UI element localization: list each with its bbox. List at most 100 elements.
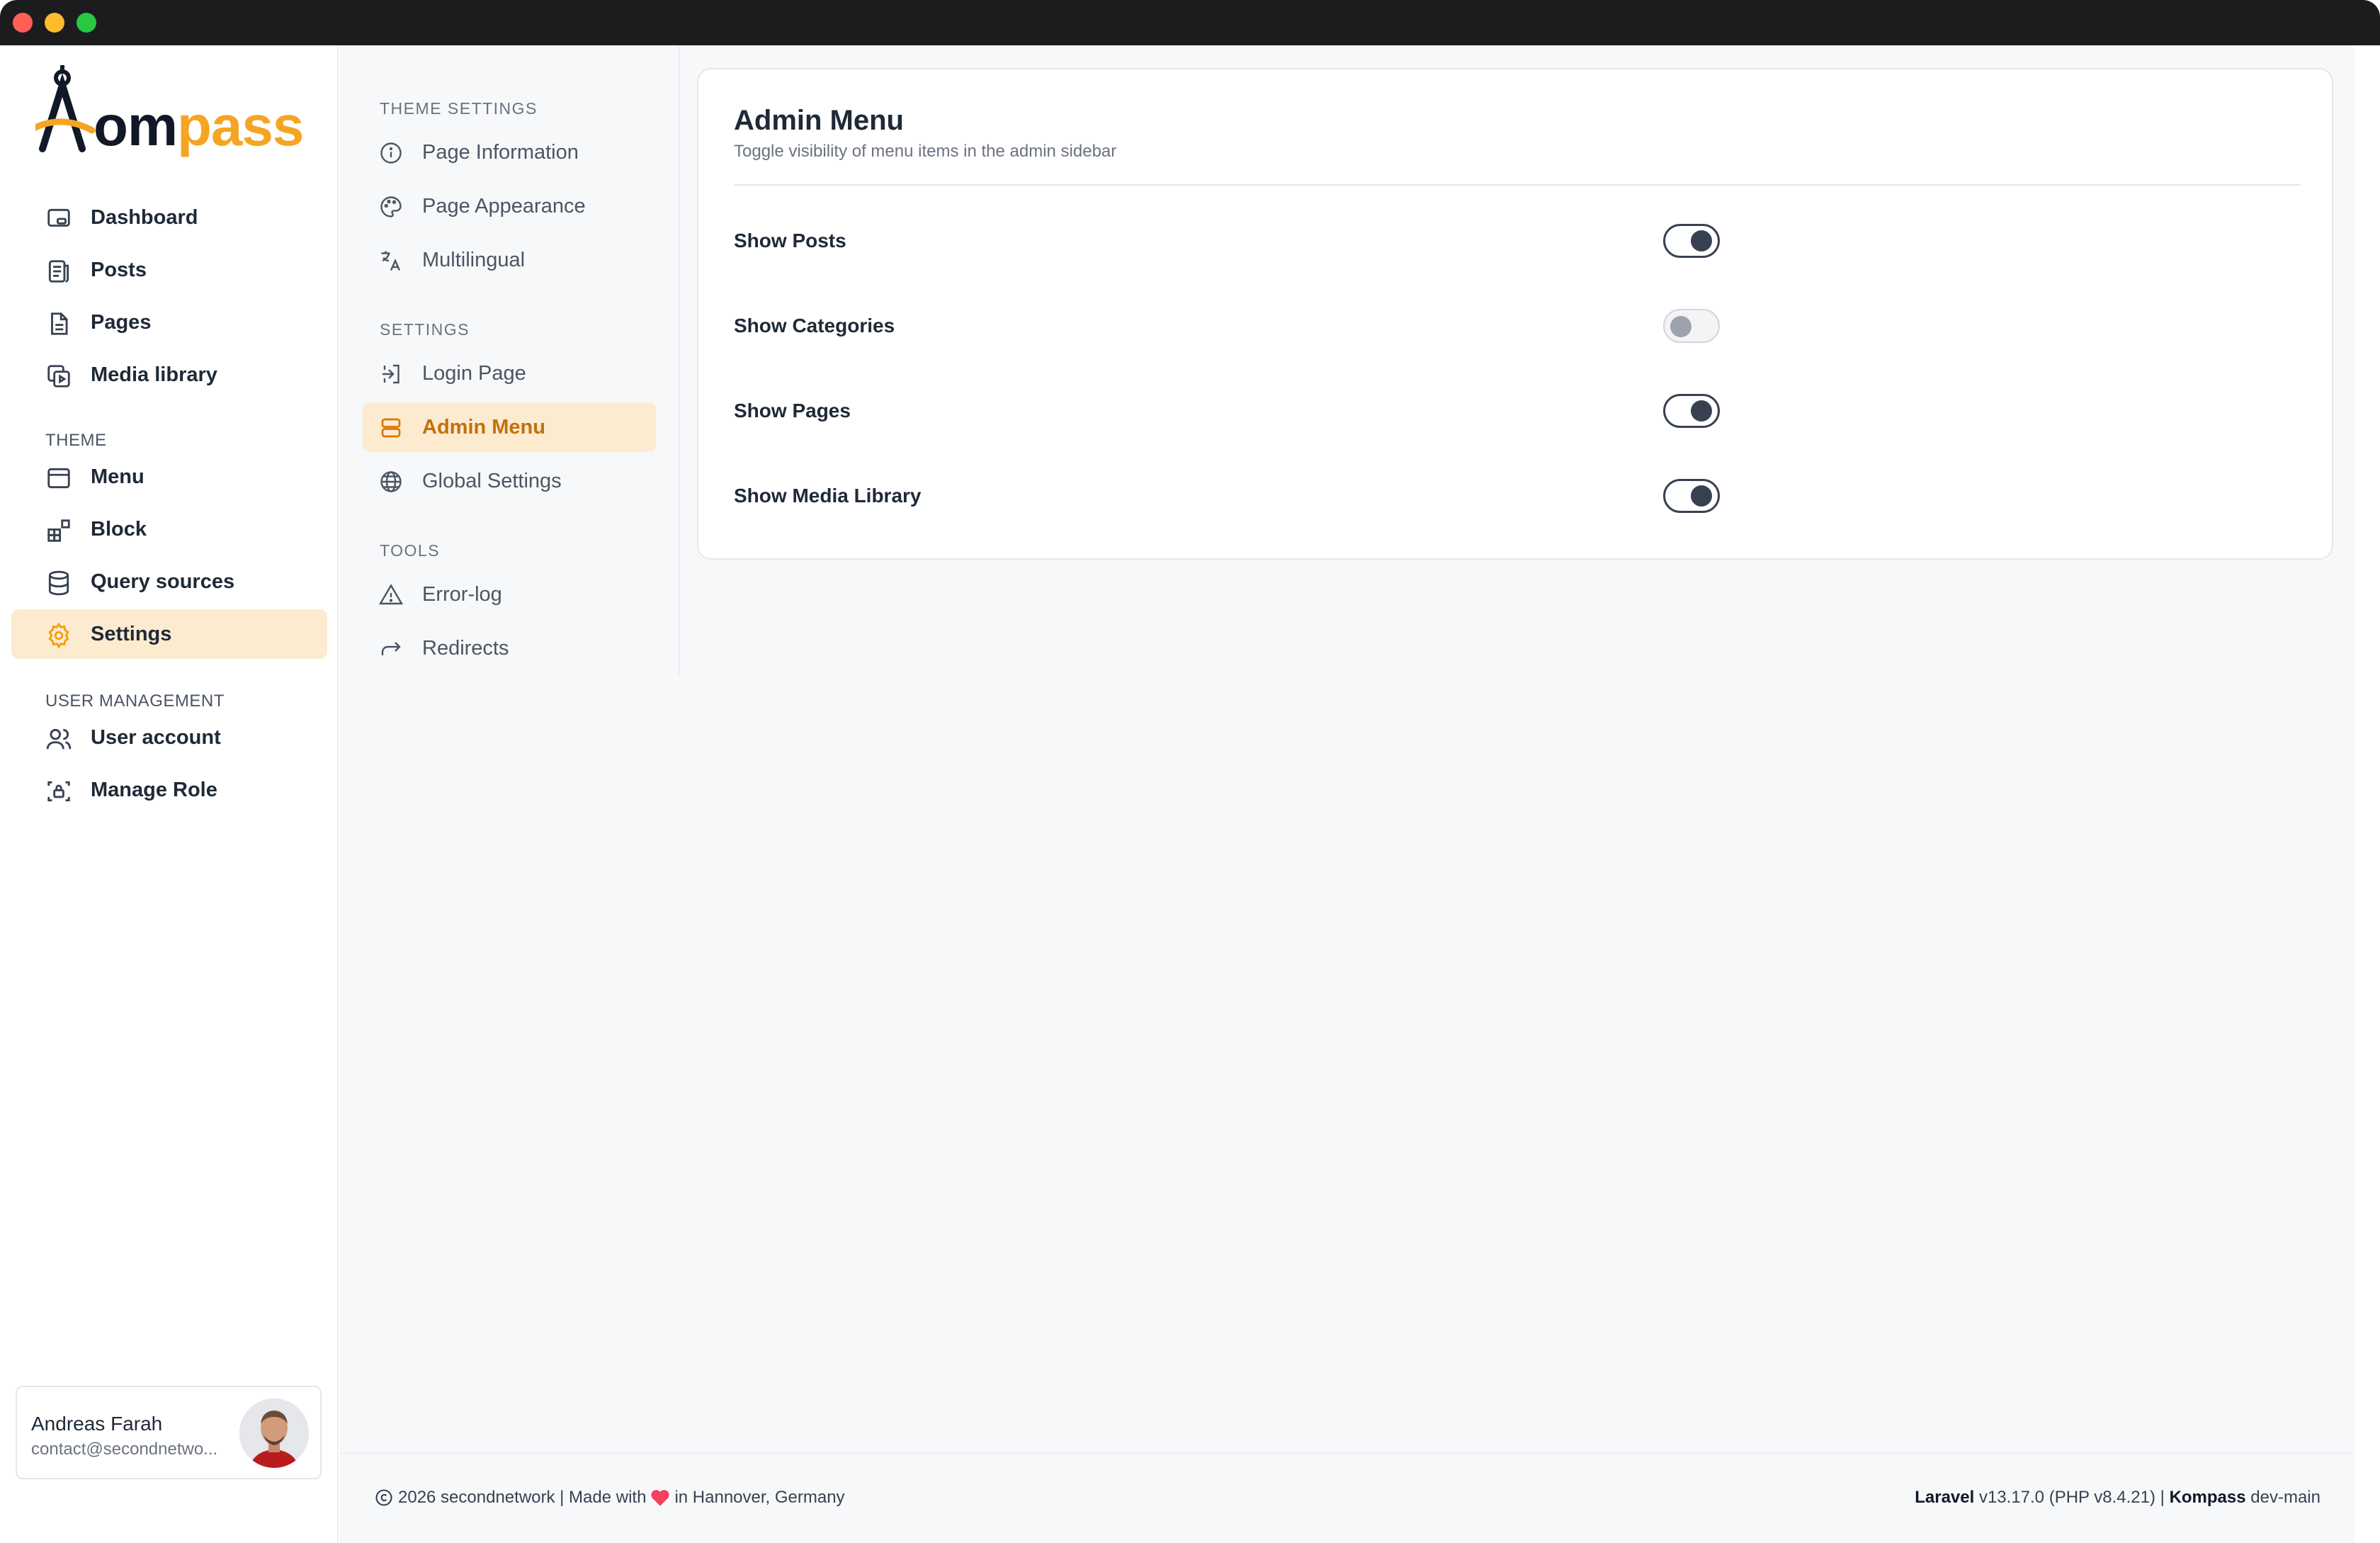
page-subtitle: Toggle visibility of menu items in the a…: [734, 142, 1117, 161]
sidebar-group-theme: THEME: [45, 431, 107, 450]
sidebar-item-user-account[interactable]: User account: [11, 713, 327, 762]
toggle-knob: [1670, 316, 1692, 337]
admin-menu-card: Admin Menu Toggle visibility of menu ite…: [697, 68, 2333, 560]
subnav-item-label: Multilingual: [422, 249, 526, 271]
pages-icon: [51, 312, 68, 335]
settings-subnav: THEME SETTINGS Page Information Page App…: [340, 45, 680, 676]
menu-icon: [47, 468, 70, 489]
sidebar-item-label: Block: [91, 517, 147, 541]
posts-icon: [48, 260, 69, 283]
toggle-label: Show Pages: [734, 400, 851, 422]
toggle-label: Show Posts: [734, 230, 846, 251]
page-title: Admin Menu: [734, 105, 904, 136]
minimize-window-button[interactable]: [45, 13, 64, 33]
sidebar-item-pages[interactable]: Pages: [11, 298, 327, 347]
subnav-item-redirects[interactable]: Redirects: [363, 623, 656, 673]
globe-icon: [380, 471, 402, 492]
kompass-label: Kompass: [2169, 1488, 2246, 1507]
role-icon: [47, 781, 70, 802]
divider: [734, 184, 2301, 186]
toggle-row-show-media-library: Show Media Library: [734, 476, 1726, 519]
sidebar-item-posts[interactable]: Posts: [11, 245, 327, 295]
app-window: ompass Dashboard Posts Pages Media libra…: [0, 0, 2380, 1543]
logo-text: ompass: [94, 94, 304, 157]
show-categories-toggle[interactable]: [1663, 309, 1720, 343]
subnav-item-multilingual[interactable]: Multilingual: [363, 235, 656, 285]
toggle-knob: [1691, 400, 1712, 422]
server-icon: [381, 418, 401, 438]
toggle-row-show-categories: Show Categories: [734, 306, 1726, 349]
database-icon: [48, 570, 69, 596]
subnav-item-page-information[interactable]: Page Information: [363, 128, 656, 177]
kompass-version: dev-main: [2250, 1488, 2320, 1507]
subnav-item-label: Error-log: [422, 583, 502, 606]
logo[interactable]: ompass: [35, 65, 305, 157]
footer-location-text: in Hannover, Germany: [674, 1488, 845, 1507]
subnav-group-tools: TOOLS: [380, 541, 441, 560]
subnav-item-label: Page Information: [422, 141, 579, 164]
subnav-item-label: Admin Menu: [422, 416, 545, 439]
avatar[interactable]: [239, 1398, 309, 1468]
laravel-label: Laravel: [1915, 1488, 1975, 1507]
sidebar-item-label: Query sources: [91, 570, 235, 593]
sidebar-item-settings[interactable]: Settings: [11, 609, 327, 659]
subnav-item-label: Page Appearance: [422, 195, 586, 217]
avatar-image: [239, 1398, 309, 1468]
users-icon: [46, 728, 72, 750]
sidebar-item-menu[interactable]: Menu: [11, 452, 327, 502]
show-posts-toggle[interactable]: [1663, 224, 1720, 258]
block-icon: [47, 519, 70, 542]
sidebar-item-manage-role[interactable]: Manage Role: [11, 765, 327, 815]
maximize-window-button[interactable]: [76, 13, 96, 33]
sidebar: ompass Dashboard Posts Pages Media libra…: [0, 45, 339, 1543]
toggle-knob: [1691, 485, 1712, 507]
subnav-group-theme-settings: THEME SETTINGS: [380, 99, 538, 118]
close-window-button[interactable]: [13, 13, 33, 33]
footer: 2026 secondnetwork | Made with in Hannov…: [340, 1452, 2354, 1543]
dashboard-icon: [47, 208, 70, 227]
redirect-arrow-icon: [381, 642, 401, 655]
user-email: contact@secondnetwo...: [31, 1440, 218, 1459]
toggle-label: Show Media Library: [734, 485, 922, 507]
sidebar-item-label: Menu: [91, 465, 144, 488]
heart-icon: [651, 1490, 670, 1506]
info-icon: [380, 142, 402, 164]
subnav-item-admin-menu[interactable]: Admin Menu: [363, 402, 656, 452]
show-media-library-toggle[interactable]: [1663, 479, 1720, 513]
sidebar-item-media-library[interactable]: Media library: [11, 350, 327, 400]
subnav-item-error-log[interactable]: Error-log: [363, 570, 656, 619]
footer-copyright-text: 2026 secondnetwork | Made with: [398, 1488, 647, 1507]
subnav-item-label: Login Page: [422, 362, 526, 385]
subnav-group-settings: SETTINGS: [380, 320, 470, 339]
sidebar-item-label: User account: [91, 725, 221, 749]
subnav-item-login-page[interactable]: Login Page: [363, 349, 656, 398]
sidebar-item-block[interactable]: Block: [11, 504, 327, 554]
toggle-row-show-posts: Show Posts: [734, 221, 1726, 264]
user-card[interactable]: Andreas Farah contact@secondnetwo...: [16, 1386, 322, 1479]
translate-icon: [381, 251, 401, 271]
title-bar: [0, 0, 2380, 45]
warning-icon: [378, 584, 404, 605]
sidebar-item-label: Media library: [91, 363, 217, 386]
toggle-knob: [1691, 230, 1712, 251]
subnav-item-label: Global Settings: [422, 470, 562, 492]
subnav-item-label: Redirects: [422, 637, 509, 660]
copyright-icon: [375, 1489, 392, 1506]
subnav-item-global-settings[interactable]: Global Settings: [363, 456, 656, 506]
palette-icon: [380, 196, 402, 217]
toggle-row-show-pages: Show Pages: [734, 391, 1726, 434]
sidebar-item-query-sources[interactable]: Query sources: [11, 557, 327, 606]
gear-icon: [48, 622, 69, 649]
user-name: Andreas Farah: [31, 1413, 163, 1435]
sidebar-item-label: Posts: [91, 258, 147, 281]
sidebar-item-label: Pages: [91, 310, 152, 334]
toggle-label: Show Categories: [734, 315, 895, 337]
sidebar-group-user-management: USER MANAGEMENT: [45, 691, 225, 711]
sidebar-item-dashboard[interactable]: Dashboard: [11, 193, 327, 242]
sidebar-item-label: Settings: [91, 622, 172, 645]
sidebar-item-label: Manage Role: [91, 778, 217, 801]
subnav-item-page-appearance[interactable]: Page Appearance: [363, 181, 656, 231]
login-icon: [382, 364, 400, 384]
show-pages-toggle[interactable]: [1663, 394, 1720, 428]
media-icon: [47, 365, 70, 388]
